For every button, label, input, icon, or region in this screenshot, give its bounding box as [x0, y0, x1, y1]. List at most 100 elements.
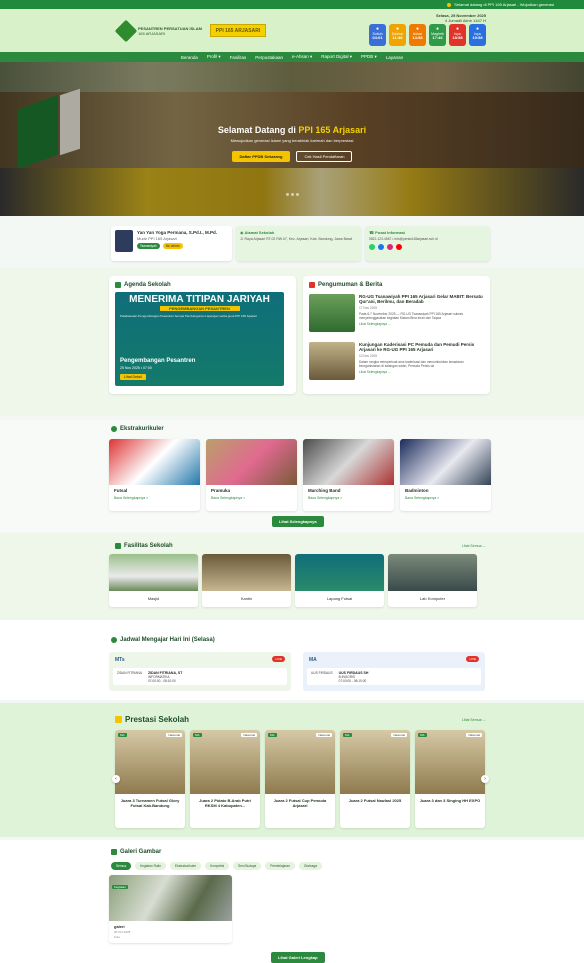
carousel-dots[interactable]	[0, 193, 584, 196]
info-cards: Yan Yan Yoga Permana, S.Pd.I., M.Pd. Mud…	[111, 226, 490, 261]
check-result-button[interactable]: Cek Hasil Pendaftaran	[296, 151, 353, 162]
gallery-item[interactable]: Kegiatan galeri 20 Oct 2025 Foto	[109, 875, 232, 943]
nav-item-3[interactable]: Perpustakaan	[255, 55, 283, 60]
scope-badge: Nasional	[166, 733, 182, 737]
ekstra-link[interactable]: Baca Selengkapnya >	[308, 496, 389, 500]
agenda-title: Agenda Sekolah	[124, 282, 171, 288]
prayer-clock: 17:46	[432, 35, 443, 40]
jadwal-title: Jadwal Mengajar Hari Ini (Selasa)	[120, 637, 215, 643]
achievement-card[interactable]: MA Nasional Juara 3 Turnamen Futsal Glory …	[115, 730, 185, 828]
ekstra-card[interactable]: Pramuka Baca Selengkapnya >	[206, 439, 297, 511]
facebook-icon[interactable]	[378, 244, 384, 250]
achievement-image	[115, 730, 185, 794]
filter-chip[interactable]: Pembelajaran	[265, 862, 295, 870]
facility-card[interactable]: Masjid	[109, 554, 198, 607]
ekstra-link[interactable]: Baca Selengkapnya >	[405, 496, 486, 500]
gallery-image: Kegiatan	[109, 875, 232, 921]
filter-chip[interactable]: Kompetisi	[205, 862, 230, 870]
jadwal-ma-card: MA LIVE UUS FIRDAUS UUS FIRDAUS SH B.INGG…	[303, 652, 485, 691]
activity-icon	[111, 426, 117, 432]
ekstra-image	[206, 439, 297, 485]
nav-item-7[interactable]: Layanan	[386, 55, 403, 60]
nav-item-6[interactable]: PPDB ▾	[361, 54, 377, 60]
news-item[interactable]: Kunjungan Kaderisasi PC Pemuda dan Pemud…	[309, 342, 483, 388]
filter-chip[interactable]: Semua	[111, 862, 132, 870]
facility-card[interactable]: Lapang Futsal	[295, 554, 384, 607]
nav-item-5[interactable]: Raport Digital ▾	[321, 54, 352, 60]
next-arrow-icon[interactable]: ›	[481, 775, 489, 783]
news-title: Pengumuman & Berita	[318, 282, 383, 288]
level-badge: MA	[193, 733, 202, 737]
prayer-clock: 19:58	[472, 35, 483, 40]
fasilitas-see-all[interactable]: Lihat Semua →	[462, 544, 486, 548]
nav-item-0[interactable]: Beranda	[181, 55, 198, 60]
galeri-section: Galeri Gambar Semua Kegiatan Rutin Ekstrak…	[0, 840, 584, 963]
achievement-card[interactable]: MA Nasional Juara 2 Futsal Cup Pemuda Arja…	[265, 730, 335, 828]
news-item[interactable]: RG-UG Tsanawiyah PPI 165 Arjasari Gelar …	[309, 294, 483, 340]
hijri-date: 4 Jumadil Akhir 1447 H	[444, 18, 486, 23]
filter-chip[interactable]: Ekstrakurikuler	[170, 862, 202, 870]
logo-icon	[114, 19, 138, 42]
clock-icon	[111, 637, 117, 643]
achievement-image	[415, 730, 485, 794]
megaphone-icon	[309, 282, 315, 288]
nav-item-1[interactable]: Profil ▾	[207, 54, 221, 60]
facility-card[interactable]: Lab Komputer	[388, 554, 477, 607]
achievement-card[interactable]: MA Nasional Juara 3 dan 3 Singing HH EXPO	[415, 730, 485, 828]
gallery-item-title: galeri	[114, 924, 125, 929]
event-detail-button[interactable]: Lihat Detail	[120, 374, 146, 380]
logo[interactable]: PESANTREN PERSATUAN ISLAM 165 ARJASARI P…	[114, 19, 266, 42]
achievement-image	[340, 730, 410, 794]
facility-image	[388, 554, 477, 591]
agenda-poster[interactable]: MENERIMA TITIPAN JARIYAH PENGEMBANGAN PE…	[115, 292, 284, 386]
nav-item-4[interactable]: e-Ahsan ▾	[292, 54, 312, 60]
scope-badge: Nasional	[316, 733, 332, 737]
gallery-item-meta: Foto	[114, 935, 121, 939]
logo-badge: PPI 165 ARJASARI	[209, 24, 266, 37]
achievement-card[interactable]: MA Nasional Juara 2 Futsal Naufasi 2025	[340, 730, 410, 828]
filter-chip[interactable]: Seni Budaya	[233, 862, 262, 870]
ekstra-card[interactable]: Futsal Baca Selengkapnya >	[109, 439, 200, 511]
youtube-icon[interactable]	[396, 244, 402, 250]
prestasi-see-all[interactable]: Lihat Semua →	[462, 718, 486, 722]
ekstra-card[interactable]: Marching Band Baca Selengkapnya >	[303, 439, 394, 511]
principal-role: Mudir PPI 165 Arjasari	[137, 236, 177, 241]
facility-name: Lab Komputer	[419, 596, 446, 601]
address-text: Jl. Raya Arjasari RT.02 RW.07, Kec. Arja…	[240, 237, 352, 241]
news-thumbnail	[309, 342, 355, 380]
filter-chip[interactable]: Olahraga	[298, 862, 322, 870]
achievement-image	[190, 730, 260, 794]
building-icon	[115, 543, 121, 549]
schedule-row[interactable]: ZIDAN FITRIANA ZIDAN FITRIANA, ST INFORMA…	[113, 668, 287, 685]
instagram-icon[interactable]	[387, 244, 393, 250]
hero-banner: Selamat Datang di PPI 165 Arjasari Mewuj…	[0, 62, 584, 216]
achievement-title: Juara 2 Pidato B.Arab Putri RKSM 4 Kabup…	[199, 798, 251, 808]
facility-card[interactable]: Kantin	[202, 554, 291, 607]
schedule-row[interactable]: UUS FIRDAUS UUS FIRDAUS SH B.INGGRIS 07:00…	[307, 668, 481, 685]
ekstra-name: Pramuka	[211, 488, 231, 493]
ekstra-more-button[interactable]: Lihat Selengkapnya	[272, 516, 324, 527]
ekstra-image	[400, 439, 491, 485]
level-badge: MA	[343, 733, 352, 737]
galeri-filter: Semua Kegiatan Rutin Ekstrakurikuler Kompet…	[111, 862, 322, 870]
agenda-card: Agenda Sekolah MENERIMA TITIPAN JARIYAH …	[109, 276, 296, 394]
scope-badge: Nasional	[241, 733, 257, 737]
filter-chip[interactable]: Kegiatan Rutin	[135, 862, 167, 870]
ekstra-card[interactable]: Badminton Baca Selengkapnya >	[400, 439, 491, 511]
nav-item-2[interactable]: Fasilitas	[230, 55, 247, 60]
tag-muallimin: Mu'allimin	[162, 243, 183, 249]
prayer-time-2: ● Ashar 14:58	[409, 24, 426, 46]
school-number: 165 ARJASARI	[138, 30, 166, 36]
contact-card: ☎ Pusat Informasi 0822-123-4567 • info@p…	[365, 226, 490, 261]
avatar	[115, 230, 133, 252]
ekstra-link[interactable]: Baca Selengkapnya >	[211, 496, 292, 500]
achievement-card[interactable]: MA Nasional Juara 2 Pidato B.Arab Putri RK…	[190, 730, 260, 828]
site-header: PESANTREN PERSATUAN ISLAM 165 ARJASARI P…	[0, 9, 584, 52]
register-button[interactable]: Daftar PPDB Sekarang	[231, 151, 291, 162]
hero-title: Selamat Datang di PPI 165 Arjasari	[217, 125, 367, 135]
ekstra-link[interactable]: Baca Selengkapnya >	[114, 496, 195, 500]
gallery-more-button[interactable]: Lihat Galeri Lengkap	[271, 952, 325, 963]
prayer-time-1: ● Dzuhur 11:38	[389, 24, 406, 46]
prev-arrow-icon[interactable]: ‹	[112, 775, 120, 783]
whatsapp-icon[interactable]	[369, 244, 375, 250]
